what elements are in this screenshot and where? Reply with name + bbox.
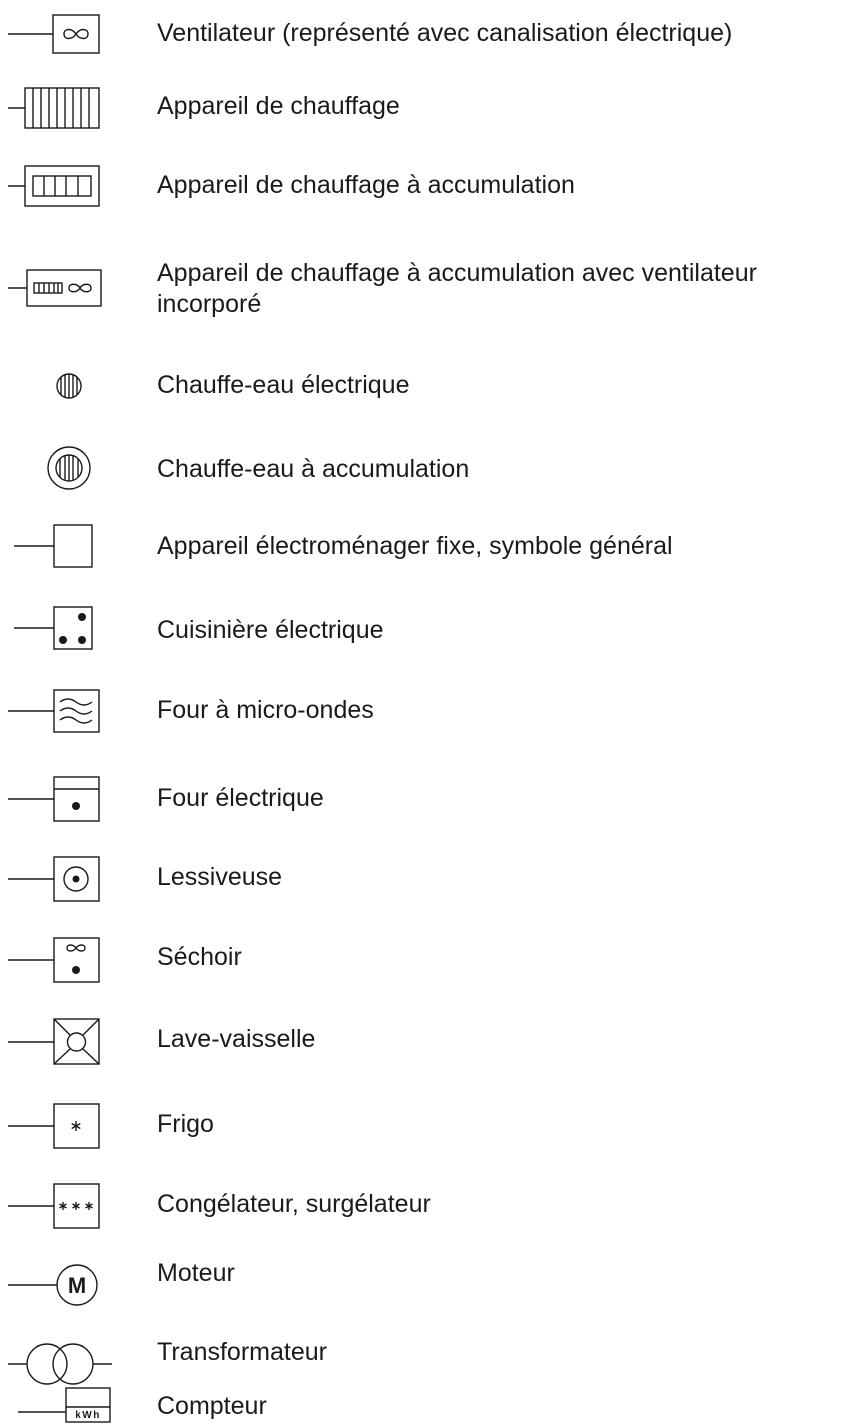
legend-row-storage-heater-fan: Appareil de chauffage à accumulation ave… xyxy=(0,250,846,330)
meter-symbol-text: kWh xyxy=(75,1410,101,1421)
dryer-icon xyxy=(8,937,100,983)
snowflake-icon xyxy=(85,1202,93,1210)
meter-icon: kWh xyxy=(18,1387,111,1423)
appliance-icon xyxy=(14,524,93,568)
water-heater-icon xyxy=(56,373,82,399)
washing-machine-icon xyxy=(8,856,100,902)
legend-row-freezer: Congélateur, surgélateur xyxy=(0,1170,846,1240)
legend-label: Transformateur xyxy=(157,1338,327,1366)
legend-label: Four à micro-ondes xyxy=(157,696,374,724)
dishwasher-icon xyxy=(8,1018,100,1065)
storage-heater-icon xyxy=(8,165,100,207)
legend-row-ventilator: Ventilateur (représenté avec canalisatio… xyxy=(0,0,846,70)
legend-row-motor: M Moteur xyxy=(0,1248,846,1318)
legend-label: Four électrique xyxy=(157,784,324,812)
snowflake-icon xyxy=(71,1121,81,1131)
legend-label: Frigo xyxy=(157,1110,214,1138)
freezer-icon xyxy=(8,1183,100,1229)
legend-label: Lessiveuse xyxy=(157,863,283,891)
legend-row-water-heater: Chauffe-eau électrique xyxy=(0,350,846,420)
legend-label: Lave-vaisselle xyxy=(157,1025,316,1053)
legend-row-microwave: Four à micro-ondes xyxy=(0,678,846,748)
legend-label: Séchoir xyxy=(157,943,242,971)
legend-row-dishwasher: Lave-vaisselle xyxy=(0,1010,846,1080)
legend-label: Appareil de chauffage xyxy=(157,92,400,120)
ventilator-icon xyxy=(8,14,100,54)
legend-label: Moteur xyxy=(157,1259,235,1287)
legend-label: Appareil de chauffage à accumulation ave… xyxy=(157,259,757,318)
storage-water-heater-icon xyxy=(47,446,91,490)
cooker-icon xyxy=(14,606,93,650)
oven-icon xyxy=(8,776,100,822)
legend-label: Appareil électroménager fixe, symbole gé… xyxy=(157,532,673,560)
microwave-icon xyxy=(8,689,100,733)
storage-heater-fan-icon xyxy=(8,269,102,307)
legend-label: Ventilateur (représenté avec canalisatio… xyxy=(157,19,733,47)
legend-row-oven: Four électrique xyxy=(0,763,846,833)
legend-row-cooker: Cuisinière électrique xyxy=(0,597,846,667)
legend-label: Compteur xyxy=(157,1392,267,1420)
legend-row-washing-machine: Lessiveuse xyxy=(0,848,846,918)
legend-label: Chauffe-eau électrique xyxy=(157,371,410,399)
legend-row-fridge: Frigo xyxy=(0,1090,846,1160)
legend-label: Appareil de chauffage à accumulation xyxy=(157,171,575,199)
legend-label: Congélateur, surgélateur xyxy=(157,1190,431,1218)
snowflake-icon xyxy=(59,1202,67,1210)
legend-row-meter: kWh Compteur xyxy=(0,1380,846,1424)
legend-row-heater: Appareil de chauffage xyxy=(0,75,846,145)
fridge-icon xyxy=(8,1103,100,1149)
legend-row-dryer: Séchoir xyxy=(0,928,846,998)
heater-icon xyxy=(8,87,100,129)
motor-icon: M xyxy=(8,1264,98,1306)
snowflake-icon xyxy=(72,1202,80,1210)
legend-row-storage-heater: Appareil de chauffage à accumulation xyxy=(0,160,846,230)
legend-label: Cuisinière électrique xyxy=(157,616,384,644)
symbol-legend: Ventilateur (représenté avec canalisatio… xyxy=(0,0,846,1424)
legend-row-appliance: Appareil électroménager fixe, symbole gé… xyxy=(0,515,846,585)
motor-symbol-text: M xyxy=(68,1273,86,1298)
legend-row-storage-water-heater: Chauffe-eau à accumulation xyxy=(0,430,846,510)
legend-label: Chauffe-eau à accumulation xyxy=(157,455,470,483)
